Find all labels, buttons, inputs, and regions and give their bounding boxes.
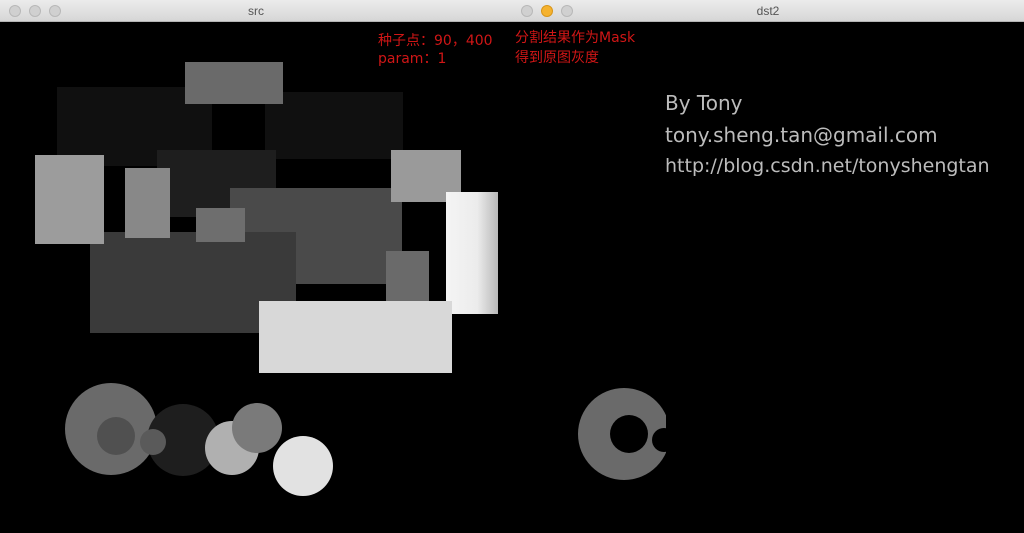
blog-credit: http://blog.csdn.net/tonyshengtan: [665, 155, 990, 177]
src-titlebar[interactable]: src: [0, 0, 512, 22]
gradient-rect: [446, 192, 498, 314]
bottom-white-rect: [259, 301, 452, 373]
dst2-window: dst2 分割结果作为Mask 得到原图灰度 By Tony tony.shen…: [512, 0, 1024, 533]
inner-circle: [97, 417, 135, 455]
dst2-image-canvas: 分割结果作为Mask 得到原图灰度 By Tony tony.sheng.tan…: [512, 22, 1024, 533]
param-label: param：1: [378, 51, 447, 67]
dark-rect-b: [265, 92, 403, 159]
result-right-mask: [666, 382, 726, 492]
white-circle: [273, 436, 333, 496]
result-hole: [610, 415, 648, 453]
dst2-titlebar[interactable]: dst2: [512, 0, 1024, 22]
seed-label: 种子点：90，400: [378, 33, 493, 49]
mask-label: 分割结果作为Mask: [515, 30, 636, 46]
src-image: [35, 62, 498, 496]
src-window: src 种子点：90，400 param：1: [0, 0, 512, 533]
top-gray-rect: [185, 62, 283, 104]
author-credit: By Tony: [665, 91, 743, 115]
dst2-image: [578, 382, 726, 492]
gray-label: 得到原图灰度: [515, 50, 599, 66]
dst2-window-title: dst2: [756, 4, 780, 18]
tiny-gray-rect: [196, 208, 245, 242]
src-image-canvas: 种子点：90，400 param：1: [0, 22, 512, 533]
email-credit: tony.sheng.tan@gmail.com: [665, 123, 938, 147]
small-circle: [140, 429, 166, 455]
src-window-title: src: [248, 4, 264, 18]
gray-circle: [232, 403, 282, 453]
left-light-rect: [35, 155, 104, 244]
small-gray-rect: [125, 168, 170, 238]
